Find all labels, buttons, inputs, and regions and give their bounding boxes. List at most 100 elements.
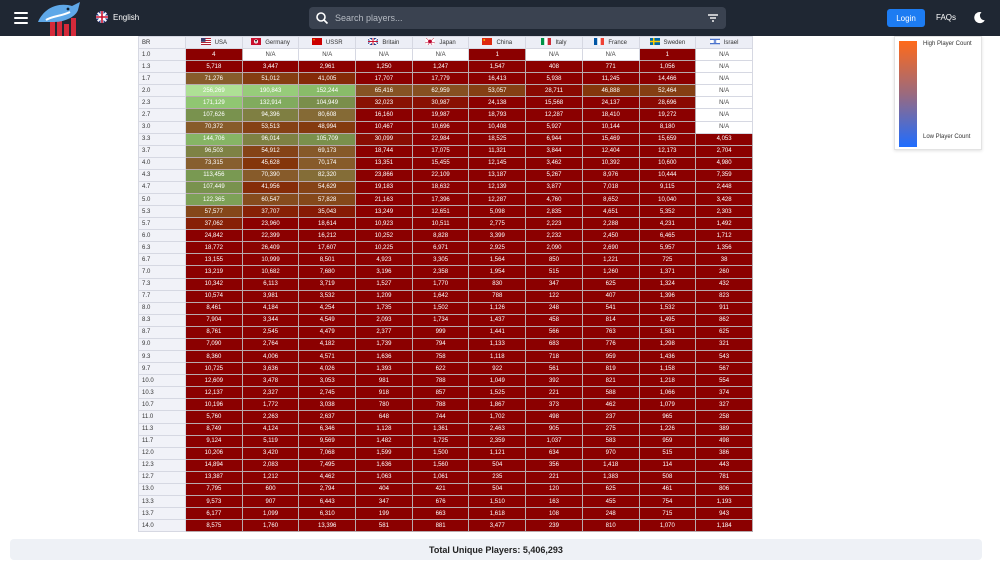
player-count-cell: 12,287 [525, 108, 583, 122]
player-count-cell: 2,463 [468, 422, 527, 436]
player-count-cell: 1,581 [638, 325, 697, 339]
player-count-cell: 13,396 [298, 519, 357, 533]
player-count-cell: 404 [355, 482, 413, 496]
nation-header-france[interactable]: France [581, 35, 640, 50]
player-count-cell: 8,828 [411, 229, 470, 243]
player-count-cell: 676 [411, 494, 470, 509]
player-count-cell: 82,320 [298, 168, 357, 182]
nation-header-china[interactable]: China [468, 35, 527, 50]
table-row: 1.0 4 N/A N/A N/A N/A 1 N/A N/A 1 N/A [138, 48, 753, 62]
player-count-cell: 190,843 [241, 84, 300, 98]
legend-low-label: Low Player Count [923, 134, 971, 140]
hamburger-menu-icon[interactable] [14, 12, 28, 24]
player-count-cell: 498 [525, 410, 583, 424]
table-row: 6.3 18,772 26,409 17,607 10,225 6,971 2,925 2,0… [138, 241, 753, 255]
legend-gradient-bar [899, 41, 917, 147]
player-count-cell: 2,925 [468, 241, 527, 255]
table-row: 10.3 12,137 2,327 2,745 918 857 1,525 221 588 1,0… [138, 386, 753, 400]
player-count-cell: 819 [581, 362, 640, 376]
player-count-cell: 1,735 [355, 301, 413, 315]
player-count-cell: N/A [355, 48, 413, 62]
faqs-link[interactable]: FAQs [936, 13, 956, 22]
player-count-cell: 13,387 [185, 470, 243, 484]
player-count-cell: 4,479 [298, 325, 357, 339]
player-count-cell: 1,066 [638, 386, 697, 400]
player-count-cell: 9,115 [638, 180, 697, 195]
nation-header-italy[interactable]: Italy [525, 35, 583, 50]
player-count-cell: 199 [355, 507, 413, 521]
player-count-cell: 65,416 [355, 84, 413, 98]
player-count-cell: 10,682 [241, 265, 300, 279]
player-count-cell: 970 [581, 446, 640, 460]
gb-flag-icon [368, 37, 382, 46]
player-count-cell: 4 [185, 48, 243, 62]
player-count-cell: 6,443 [298, 494, 357, 509]
nation-header-label: USA [214, 39, 228, 46]
player-count-cell: 53,513 [241, 120, 300, 134]
br-cell: 2.0 [138, 84, 186, 98]
player-count-cell: 4,571 [298, 350, 357, 364]
site-logo[interactable] [36, 0, 86, 36]
player-count-cell: 258 [695, 410, 753, 424]
player-count-cell: 235 [468, 470, 527, 484]
player-count-cell: 70,174 [298, 156, 357, 170]
table-row: 4.0 73,315 45,628 70,174 13,351 15,455 12,145 3… [138, 156, 753, 170]
player-count-cell: 407 [581, 289, 640, 303]
player-count-cell: 13,187 [468, 168, 527, 182]
player-count-cell: 2,090 [525, 241, 583, 255]
player-count-cell: 541 [581, 301, 640, 315]
player-count-cell: 6,310 [298, 507, 357, 521]
player-count-cell: 4,923 [355, 253, 413, 267]
table-row: 2.0 256,269 190,843 152,244 65,416 62,959 53,0… [138, 84, 753, 98]
nation-header-germany[interactable]: Germany [241, 35, 300, 50]
player-count-cell: 634 [525, 446, 583, 460]
player-count-cell: 3,844 [525, 144, 583, 158]
nation-header-sweden[interactable]: Sweden [638, 35, 697, 50]
table-row: 1.7 71,276 51,012 41,005 17,707 17,779 16,413 5… [138, 72, 753, 86]
nation-header-israel[interactable]: Israel [695, 35, 753, 50]
br-cell: 3.3 [138, 132, 186, 146]
player-count-cell: 12,137 [185, 386, 243, 400]
player-count-cell: 2,223 [525, 217, 583, 231]
player-count-cell: 21,163 [355, 193, 413, 207]
player-count-cell: 918 [355, 386, 413, 400]
table-row: 14.0 8,575 1,760 13,396 581 881 3,477 239 810 1,0… [138, 519, 753, 533]
player-count-cell: 3,478 [241, 374, 300, 388]
table-row: 11.7 9,124 5,119 9,569 1,482 1,725 2,359 1,037 5… [138, 434, 753, 448]
player-count-cell: 814 [581, 313, 640, 327]
player-count-cell: 515 [638, 446, 697, 460]
player-count-cell: 108 [525, 507, 583, 521]
nation-header-japan[interactable]: Japan [411, 35, 470, 50]
filter-icon[interactable] [706, 11, 720, 25]
player-count-cell: 1,070 [638, 519, 697, 533]
br-column-header[interactable]: BR [138, 35, 186, 50]
player-count-cell: 248 [581, 507, 640, 521]
player-count-cell: 163 [525, 494, 583, 509]
nation-header-usa[interactable]: USA [185, 35, 243, 50]
moon-icon[interactable] [973, 11, 986, 24]
player-count-cell: 3,447 [241, 60, 300, 74]
table-row: 5.3 57,577 37,707 35,043 13,249 12,651 5,098 2,… [138, 205, 753, 219]
table-row: 13.7 6,177 1,099 6,310 199 663 1,618 108 248 715 9… [138, 507, 753, 521]
nation-header-britain[interactable]: Britain [355, 35, 413, 50]
player-count-cell: 3,344 [241, 313, 300, 327]
player-count-cell: 1,371 [638, 265, 697, 279]
player-count-cell: 794 [411, 337, 470, 352]
search-input[interactable] [329, 13, 706, 23]
table-row: 3.0 70,372 53,513 48,994 10,467 10,696 10,408 5… [138, 120, 753, 134]
player-count-cell: 1,441 [468, 325, 527, 339]
il-flag-icon [709, 37, 724, 46]
br-cell: 9.0 [138, 337, 186, 352]
player-count-cell: 788 [468, 289, 527, 303]
nation-header-ussr[interactable]: USSR [298, 35, 357, 50]
player-count-cell: 23,960 [241, 217, 300, 231]
player-count-cell: 6,971 [411, 241, 470, 255]
language-selector[interactable]: English [96, 11, 139, 23]
login-button[interactable]: Login [887, 9, 925, 27]
player-count-cell: 7,018 [581, 180, 640, 195]
player-count-cell: 13,155 [185, 253, 243, 267]
player-count-cell: 45,628 [241, 156, 300, 170]
player-count-cell: 1,193 [695, 494, 753, 509]
jp-flag-icon [425, 37, 439, 46]
player-count-cell: 275 [581, 422, 640, 436]
